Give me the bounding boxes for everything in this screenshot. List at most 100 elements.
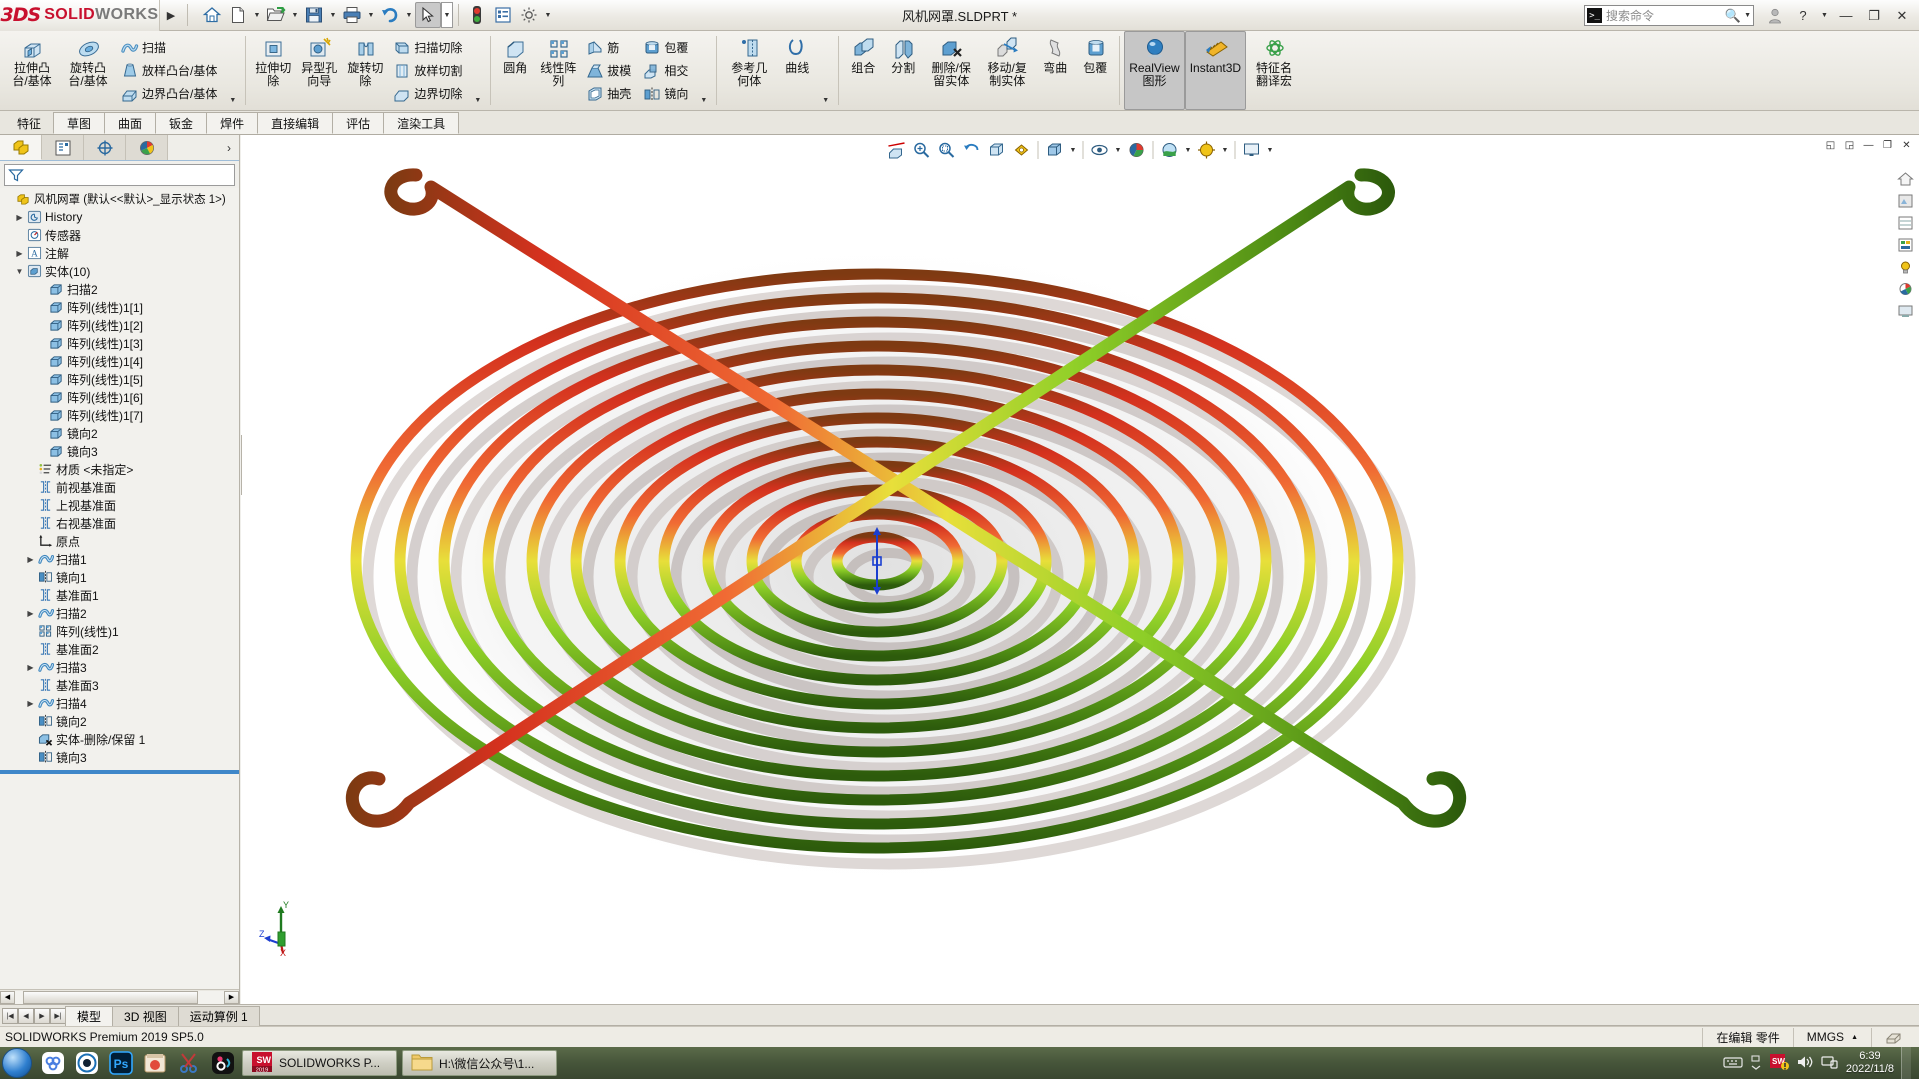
view-settings-icon[interactable] — [1010, 138, 1034, 162]
feature-filter-input[interactable] — [4, 164, 235, 186]
combine-button[interactable]: 组合 — [843, 31, 883, 110]
doc-restore-button[interactable]: ❐ — [1879, 137, 1896, 154]
appearance-icon[interactable] — [1895, 191, 1915, 210]
zoom-to-area-icon[interactable] — [935, 138, 959, 162]
app-icon-1[interactable] — [38, 1049, 68, 1077]
help-button[interactable]: ? — [1790, 4, 1816, 28]
tab-nav-last[interactable]: ▶| — [50, 1007, 66, 1024]
viewport-layout-icon[interactable] — [1240, 138, 1264, 162]
select-cursor-icon[interactable] — [415, 2, 441, 28]
app-icon-4[interactable] — [140, 1049, 170, 1077]
boss-group-dropdown[interactable]: ▼ — [224, 31, 241, 110]
tab-nav-first[interactable]: |◀ — [2, 1007, 18, 1024]
tree-node-expander-icon[interactable]: ▶ — [13, 213, 26, 222]
tree-node[interactable]: ▶ 扫描2 — [0, 604, 239, 622]
print-icon[interactable] — [339, 2, 365, 28]
tree-node[interactable]: ▶ A 注解 — [0, 244, 239, 262]
search-icon[interactable]: 🔍 — [1725, 8, 1741, 24]
tree-node[interactable]: 前视基准面 — [0, 478, 239, 496]
app-icon-6[interactable] — [208, 1049, 238, 1077]
doc-restore-left-icon[interactable]: ◱ — [1822, 137, 1839, 154]
tree-horizontal-scrollbar[interactable]: ◀ ▶ — [0, 989, 239, 1004]
move-copy-body-button[interactable]: 移动/复 制实体 — [979, 31, 1035, 110]
tree-node[interactable]: 基准面1 — [0, 586, 239, 604]
tree-node[interactable]: ▶ History — [0, 208, 239, 226]
manager-tabs-more-icon[interactable]: › — [168, 135, 239, 160]
tree-scroll-track[interactable] — [15, 990, 224, 1004]
tree-node[interactable]: 原点 — [0, 532, 239, 550]
tray-expand-icon[interactable] — [1750, 1054, 1762, 1073]
display-style-icon[interactable] — [1043, 138, 1067, 162]
zoom-to-fit-icon[interactable] — [910, 138, 934, 162]
tab-features[interactable]: 特征 — [4, 112, 54, 134]
doctab-3dviews[interactable]: 3D 视图 — [112, 1005, 179, 1026]
tree-node[interactable]: 阵列(线性)1[4] — [0, 352, 239, 370]
save-dropdown-icon[interactable]: ▼ — [327, 2, 339, 28]
delete-keep-body-button[interactable]: 删除/保 留实体 — [923, 31, 979, 110]
revolve-boss-button[interactable]: 旋转凸 台/基体 — [60, 31, 116, 110]
doctab-model[interactable]: 模型 — [65, 1005, 114, 1026]
solidworks-logo[interactable]: 3DS SOLIDWORKS — [0, 0, 160, 31]
loft-cut-button[interactable]: 放样切割 — [390, 59, 467, 82]
taskbar-clock[interactable]: 6:39 2022/11/8 — [1846, 1050, 1894, 1076]
boss-dropdown-icon[interactable]: ▼ — [224, 95, 241, 106]
print-dropdown-icon[interactable]: ▼ — [365, 2, 377, 28]
options-dropdown-icon[interactable]: ▼ — [542, 2, 554, 28]
tree-node[interactable]: 镜向3 — [0, 748, 239, 766]
tab-evaluate[interactable]: 评估 — [332, 112, 385, 134]
shell-button[interactable]: 抽壳 — [583, 82, 636, 105]
tree-flyout-handle[interactable]: ○ — [241, 435, 242, 495]
tree-node[interactable]: 基准面3 — [0, 676, 239, 694]
scene-icon[interactable] — [1895, 213, 1915, 232]
tree-node[interactable]: 上视基准面 — [0, 496, 239, 514]
feature-manager-tab[interactable] — [0, 135, 42, 160]
save-icon[interactable] — [301, 2, 327, 28]
sweep-cut-button[interactable]: 扫描切除 — [390, 36, 467, 59]
linear-pattern-button[interactable]: 线性阵 列 — [535, 31, 581, 110]
undo-dropdown-icon[interactable]: ▼ — [403, 2, 415, 28]
configuration-manager-tab[interactable] — [84, 135, 126, 160]
reference-geometry-button[interactable]: 参考几 何体 — [721, 31, 777, 110]
previous-view-icon[interactable] — [960, 138, 984, 162]
intersect-button[interactable]: 相交 — [640, 59, 693, 82]
snipping-tool-icon[interactable] — [174, 1049, 204, 1077]
hide-show-items-icon[interactable] — [1088, 138, 1112, 162]
extrude-cut-button[interactable]: 拉伸切 除 — [250, 31, 296, 110]
cut-group-dropdown[interactable]: ▼ — [469, 31, 486, 110]
tree-node[interactable]: 镜向2 — [0, 712, 239, 730]
tree-node[interactable]: ▶ 扫描4 — [0, 694, 239, 712]
tree-node[interactable]: 阵列(线性)1 — [0, 622, 239, 640]
tree-node[interactable]: 阵列(线性)1[3] — [0, 334, 239, 352]
new-document-icon[interactable] — [225, 2, 251, 28]
tree-node[interactable]: 镜向1 — [0, 568, 239, 586]
tree-node[interactable]: 阵列(线性)1[6] — [0, 388, 239, 406]
apply-scene-dropdown-icon[interactable]: ▼ — [1183, 138, 1194, 162]
curves-button[interactable]: 曲线 — [777, 31, 817, 110]
viewport-layout-dropdown-icon[interactable]: ▼ — [1265, 138, 1276, 162]
tree-node-expander-icon[interactable]: ▶ — [24, 555, 37, 564]
extrude-boss-button[interactable]: 拉伸凸 台/基体 — [4, 31, 60, 110]
graphics-viewport[interactable]: ▼ ▼ ▼ ▼ ▼ ◱ ◲ — ❐ ✕ Y Z X — [241, 135, 1919, 1004]
taskbar-window-solidworks[interactable]: S W 2019 SOLIDWORKS P... — [242, 1050, 397, 1076]
edit-appearance-icon[interactable] — [1125, 138, 1149, 162]
tree-node[interactable]: ▶ 扫描1 — [0, 550, 239, 568]
tab-nav-next[interactable]: ▶ — [34, 1007, 50, 1024]
search-dropdown-icon[interactable]: ▼ — [1744, 12, 1751, 19]
tree-node[interactable]: 阵列(线性)1[1] — [0, 298, 239, 316]
tab-sketch[interactable]: 草图 — [53, 112, 106, 134]
section-view-icon[interactable] — [885, 138, 909, 162]
cut-dropdown-icon[interactable]: ▼ — [469, 95, 486, 106]
tree-root-node[interactable]: 风机网罩 (默认<<默认>_显示状态 1>) — [0, 190, 239, 208]
fillet-button[interactable]: 圆角 — [495, 31, 535, 110]
start-orb-icon[interactable] — [2, 1048, 32, 1078]
doc-minimize-button[interactable]: — — [1860, 137, 1877, 154]
network-icon[interactable] — [1821, 1054, 1839, 1073]
reference-dropdown-icon[interactable]: ▼ — [817, 95, 834, 106]
instant3d-button[interactable]: Instant3D — [1184, 31, 1247, 110]
decal-icon[interactable] — [1895, 235, 1915, 254]
help-dropdown-icon[interactable]: ▼ — [1818, 4, 1831, 28]
draft-button[interactable]: 拔模 — [583, 59, 636, 82]
tree-node-expander-icon[interactable]: ▶ — [24, 663, 37, 672]
tree-node[interactable]: 阵列(线性)1[7] — [0, 406, 239, 424]
close-button[interactable]: ✕ — [1889, 4, 1915, 28]
